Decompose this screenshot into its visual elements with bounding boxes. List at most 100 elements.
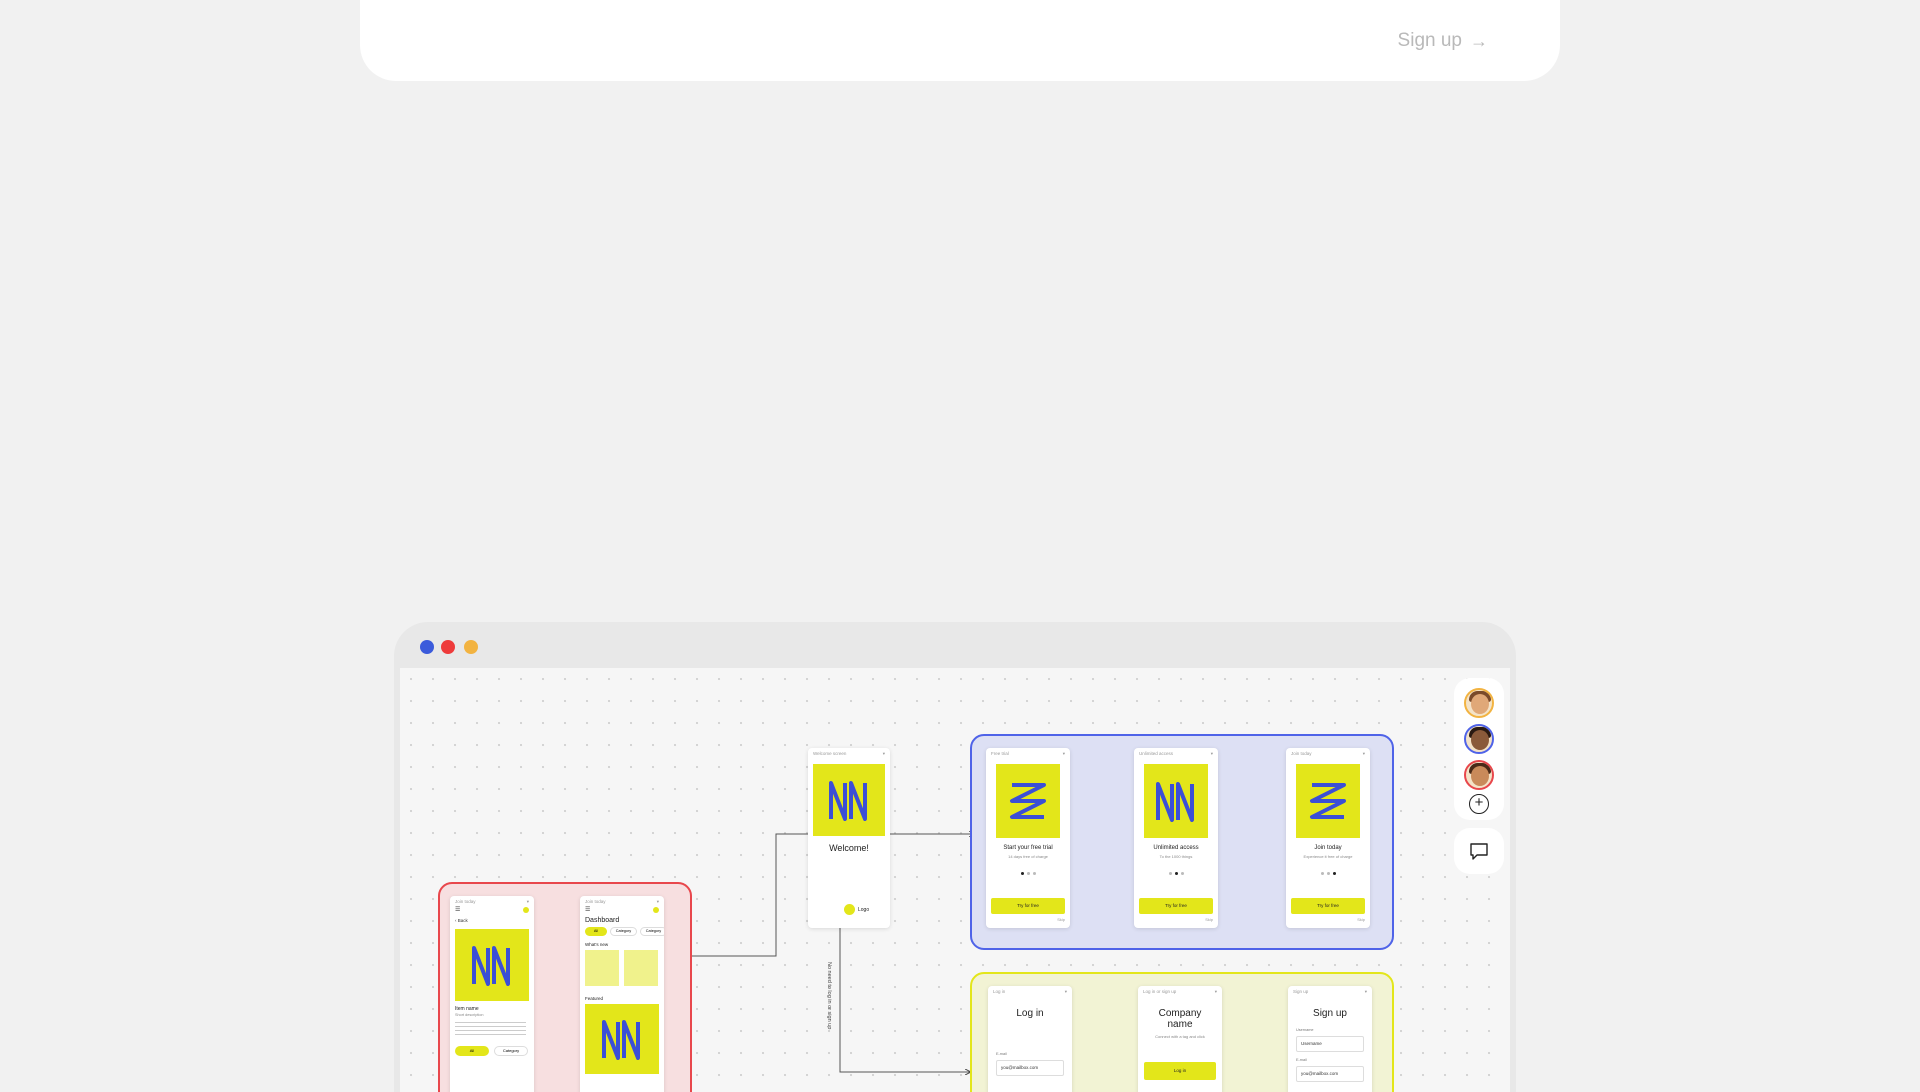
back-link[interactable]: ‹ Back [455,918,468,923]
logo-label: Logo [858,907,870,913]
profile-dot-icon [653,907,659,913]
menu-icon[interactable]: ☰ [455,906,460,913]
username-field[interactable]: Username [1296,1036,1364,1052]
login-button[interactable]: Log in [1144,1062,1216,1080]
screen-subtitle: 14 days free of charge [1008,854,1048,859]
screen-title: Sign up [1313,1008,1347,1019]
item-description: Short description [455,1013,484,1017]
signup-screen[interactable]: Sign up ▾ Sign up Username Username E-mai… [1288,986,1372,1092]
signup-label: Sign up [1397,30,1462,51]
skip-link[interactable]: Skip [1057,917,1065,922]
z-logo-art [1296,764,1360,838]
screen-bar: Join today ▾ [585,899,659,905]
logo-circle-icon [844,904,855,915]
window-maximize-dot[interactable] [464,640,478,654]
chip-category[interactable]: Category [610,927,637,936]
screen-bar: Log in ▾ [993,989,1067,995]
collaborator-avatar[interactable] [1464,760,1494,790]
chevron-down-icon: ▾ [656,899,659,904]
window-close-dot[interactable] [420,640,434,654]
screen-bar-title: Free trial [991,751,1009,756]
connector-label: No need to log in or sign up [826,962,832,1030]
chip-all[interactable]: All [455,1046,489,1056]
skip-link[interactable]: Skip [1205,917,1213,922]
screen-bar: Sign up ▾ [1293,989,1367,995]
email-field[interactable]: you@mailbox.com [996,1060,1064,1076]
screen-title: Company name [1158,1008,1202,1030]
item-screen[interactable]: Join today ▾ ☰ ‹ Back Item name Short des… [450,896,534,1092]
login-screen[interactable]: Log in ▾ Log in E-mail you@mailbox.com [988,986,1072,1092]
onboarding-screen-1[interactable]: Free trial ▾ Start your free trial 14 day… [986,748,1070,928]
screen-bar-title: Join today [585,899,606,904]
connector-welcome-to-dashboard [676,833,808,956]
screen-bar: Free trial ▾ [991,751,1065,757]
menu-icon[interactable]: ☰ [585,906,590,913]
chevron-down-icon: ▾ [1214,989,1217,994]
nn-logo-art [585,1004,659,1074]
top-card: Sign up → [360,0,1560,81]
screen-bar: Join today ▾ [1291,751,1365,757]
onboarding-screen-2[interactable]: Unlimited access ▾ Unlimited access To th… [1134,748,1218,928]
window-minimize-dot[interactable] [441,640,455,654]
screen-subtitle: Experience it free of charge [1303,854,1353,859]
page-dots [1134,872,1218,875]
screen-bar-title: Log in [993,989,1006,994]
chevron-down-icon: ▾ [526,899,529,904]
screen-bar: Join today ▾ [455,899,529,905]
dashboard-screen[interactable]: Join today ▾ ☰ Dashboard All Category Cat… [580,896,664,1092]
try-for-free-button[interactable]: Try for free [1139,898,1213,914]
arrow-right-icon: → [1470,30,1488,51]
login-or-signup-screen[interactable]: Log in or sign up ▾ Company name Connect … [1138,986,1222,1092]
screen-title: Log in [1016,1008,1044,1019]
field-label: E-mail [1296,1058,1307,1062]
item-name: Item name [455,1006,479,1012]
dashboard-title: Dashboard [585,917,620,924]
collaborators-toolbar: + [1454,678,1504,820]
screen-bar-title: Unlimited access [1139,751,1174,756]
screen-title: Unlimited access [1153,845,1199,851]
screen-title: Start your free trial [1003,845,1053,851]
news-card[interactable] [585,950,619,986]
collaborator-avatar[interactable] [1464,688,1494,718]
z-logo-art [996,764,1060,838]
add-collaborator-button[interactable]: + [1469,794,1489,814]
comment-icon[interactable] [1469,841,1489,861]
screen-bar: Unlimited access ▾ [1139,751,1213,757]
screen-bar: Welcome screen ▾ [813,751,885,757]
chevron-down-icon: ▾ [882,751,885,756]
welcome-screen[interactable]: Welcome screen ▾ Welcome! Logo [808,748,890,928]
onboarding-screen-3[interactable]: Join today ▾ Join today Experience it fre… [1286,748,1370,928]
profile-dot-icon [523,907,529,913]
section-featured: Featured [585,996,604,1001]
section-whats-new: What's new [585,942,609,947]
chip-all[interactable]: All [585,927,607,936]
chevron-down-icon: ▾ [1062,751,1065,756]
field-label: Username [1296,1028,1314,1032]
nn-logo-art [813,764,885,836]
connector-welcome-to-auth [839,914,970,1072]
field-label: E-mail [996,1052,1007,1056]
skip-link[interactable]: Skip [1357,917,1365,922]
screen-bar: Log in or sign up ▾ [1143,989,1217,995]
chip-category[interactable]: Category [494,1046,528,1056]
nn-logo-art [455,929,529,1001]
collaborator-avatar[interactable] [1464,724,1494,754]
screen-title: Join today [1314,845,1342,851]
app-window: No need to log in or sign up Welcome scr… [394,622,1516,1092]
back-label: Back [457,918,468,923]
item-body-text [455,1022,526,1036]
chevron-down-icon: ▾ [1364,989,1367,994]
chevron-down-icon: ▾ [1210,751,1213,756]
signup-link[interactable]: Sign up → [1398,30,1488,52]
chevron-down-icon: ▾ [1064,989,1067,994]
try-for-free-button[interactable]: Try for free [991,898,1065,914]
comments-toolbar [1454,828,1504,874]
screen-bar-title: Join today [455,899,476,904]
news-card[interactable] [624,950,658,986]
whiteboard-canvas[interactable]: No need to log in or sign up Welcome scr… [400,668,1510,1092]
chip-category[interactable]: Category [640,927,664,936]
try-for-free-button[interactable]: Try for free [1291,898,1365,914]
screen-subtitle: To the 1000 things [1159,854,1193,859]
welcome-title: Welcome! [829,843,869,853]
nn-logo-art [1144,764,1208,838]
